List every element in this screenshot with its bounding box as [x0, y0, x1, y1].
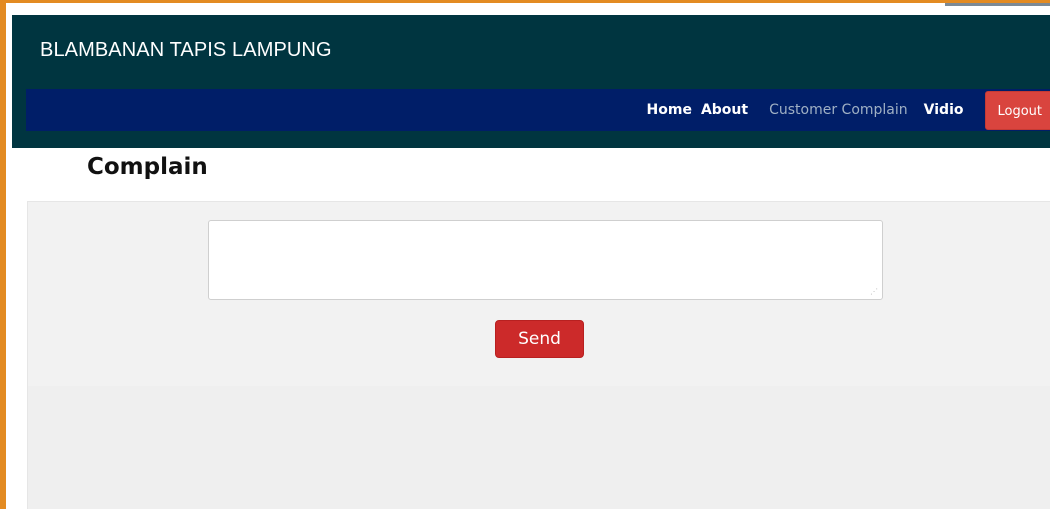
- site-header: BLAMBANAN TAPIS LAMPUNG Home About Custo…: [12, 15, 1050, 148]
- brand-title: BLAMBANAN TAPIS LAMPUNG: [40, 39, 332, 61]
- nav-item-customer-complain[interactable]: Customer Complain: [769, 102, 908, 118]
- send-button[interactable]: Send: [495, 320, 584, 358]
- top-edge-line: [945, 3, 1050, 6]
- resize-grip-icon[interactable]: ⋰: [870, 288, 878, 296]
- app-frame: BLAMBANAN TAPIS LAMPUNG Home About Custo…: [0, 0, 1050, 509]
- main-navbar: Home About Customer Complain Vidio Logou…: [26, 89, 1050, 131]
- complain-textarea[interactable]: [208, 220, 883, 300]
- complain-panel: ⋰ Send: [27, 201, 1050, 509]
- panel-lower-area: [28, 386, 1050, 509]
- nav-item-vidio[interactable]: Vidio: [924, 102, 964, 118]
- page-title: Complain: [87, 154, 208, 180]
- nav-item-about[interactable]: About: [701, 102, 748, 118]
- nav-item-home[interactable]: Home: [647, 102, 692, 118]
- nav-menu: Home About Customer Complain Vidio Logou…: [647, 89, 1050, 131]
- logout-button[interactable]: Logout: [985, 90, 1050, 130]
